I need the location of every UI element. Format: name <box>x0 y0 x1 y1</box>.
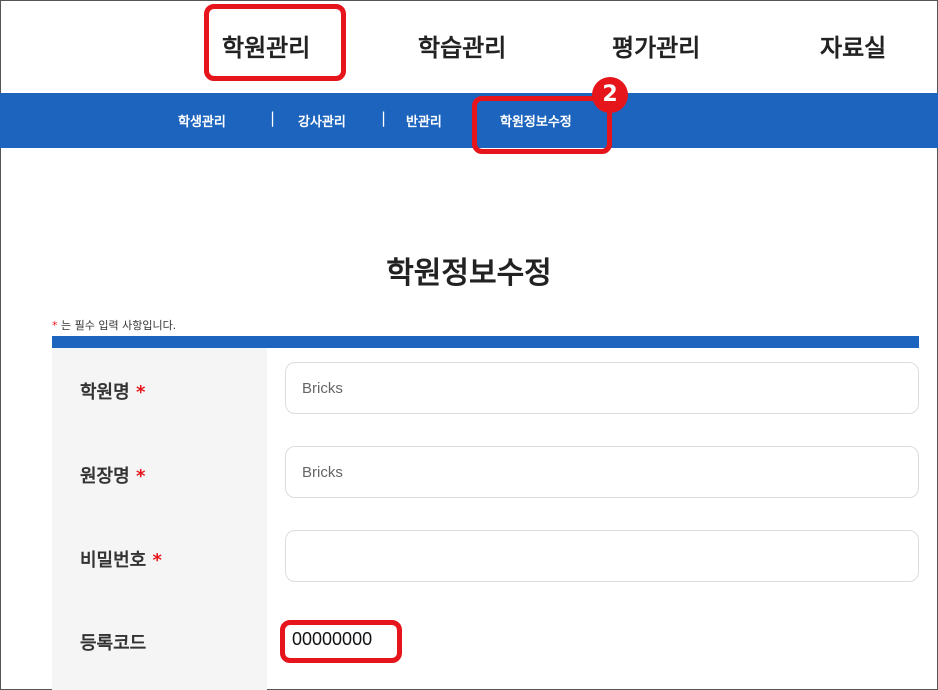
required-fields-note: * 는 필수 입력 사항입니다. <box>52 317 176 333</box>
nav-evaluation-management[interactable]: 평가관리 <box>612 28 700 63</box>
subnav-separator: | <box>381 109 387 127</box>
top-navigation: 학원관리 학습관리 평가관리 자료실 <box>0 0 938 93</box>
academy-name-label: 학원명 * <box>80 378 145 404</box>
subnav-separator: | <box>270 109 276 127</box>
subnav-student-management[interactable]: 학생관리 <box>178 111 226 130</box>
registration-code-label: 등록코드 <box>80 633 147 654</box>
required-star: * <box>135 466 146 487</box>
form-top-bar <box>52 336 919 348</box>
academy-name-label-text: 학원명 <box>80 382 130 403</box>
password-label-text: 비밀번호 <box>80 550 147 571</box>
highlight-box-registration-code <box>280 620 402 663</box>
sub-navigation: 학생관리 | 강사관리 | 반관리 학원정보수정 <box>0 93 938 148</box>
highlight-box-academy-info-edit <box>472 96 612 154</box>
page-title: 학원정보수정 <box>386 256 552 291</box>
director-name-label-text: 원장명 <box>80 466 130 487</box>
password-input[interactable] <box>285 530 919 582</box>
academy-name-input[interactable] <box>285 362 919 414</box>
subnav-teacher-management[interactable]: 강사관리 <box>298 111 346 130</box>
required-star: * <box>135 382 146 403</box>
nav-resources[interactable]: 자료실 <box>820 28 886 63</box>
password-label: 비밀번호 * <box>80 546 162 572</box>
required-note-text: 는 필수 입력 사항입니다. <box>57 319 177 332</box>
director-name-input[interactable] <box>285 446 919 498</box>
subnav-class-management[interactable]: 반관리 <box>406 111 442 130</box>
step-number-badge: 2 <box>592 77 628 113</box>
required-star: * <box>152 550 162 571</box>
highlight-box-academy-management <box>204 4 346 81</box>
nav-learning-management[interactable]: 학습관리 <box>418 28 506 63</box>
director-name-label: 원장명 * <box>80 462 145 488</box>
